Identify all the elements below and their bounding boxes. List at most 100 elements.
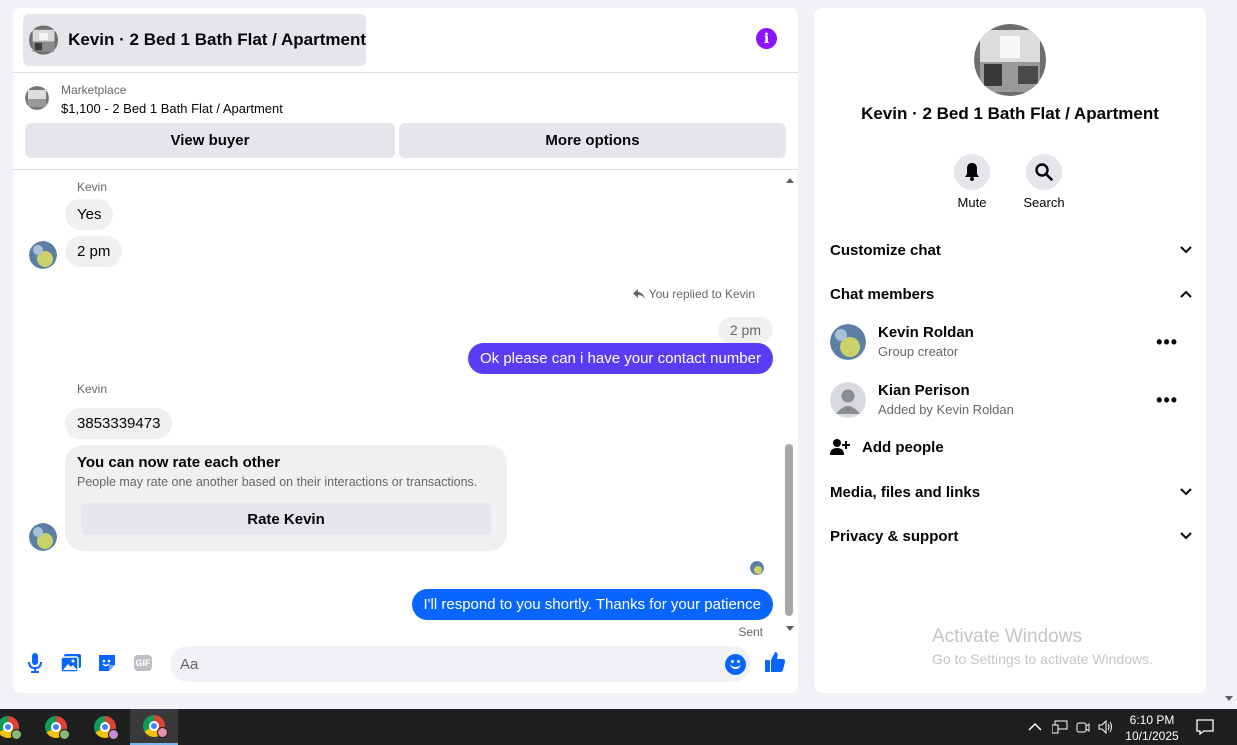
- add-people-label: Add people: [862, 438, 944, 456]
- rate-card-title: You can now rate each other: [77, 454, 281, 471]
- conversation-title: Kevin · 2 Bed 1 Bath Flat / Apartment: [861, 104, 1159, 123]
- bell-icon[interactable]: [954, 154, 990, 190]
- reply-icon: [632, 288, 645, 299]
- clock-time: 6:10 PM: [1129, 713, 1175, 727]
- taskbar-chrome-app[interactable]: [0, 709, 32, 745]
- chat-members-row[interactable]: Chat members: [830, 282, 1192, 306]
- member-avatar: [830, 324, 866, 360]
- view-buyer-button[interactable]: View buyer: [25, 123, 395, 158]
- incoming-message[interactable]: Yes: [65, 199, 114, 230]
- info-icon[interactable]: i: [756, 28, 777, 49]
- sender-avatar[interactable]: [29, 241, 57, 269]
- add-people-button[interactable]: Add people: [830, 438, 944, 456]
- meet-now-icon[interactable]: [1076, 720, 1090, 734]
- marketplace-bar: Marketplace $1,100 - 2 Bed 1 Bath Flat /…: [13, 73, 798, 170]
- composer: GIF: [13, 638, 798, 688]
- quoted-message[interactable]: 2 pm: [717, 317, 773, 343]
- privacy-support-label: Privacy & support: [830, 527, 959, 545]
- message-status: Sent: [738, 625, 763, 639]
- marketplace-label: Marketplace: [61, 83, 127, 97]
- system-clock[interactable]: 6:10 PM 10/1/2025: [1124, 712, 1180, 744]
- message-scrollbar[interactable]: [783, 178, 795, 633]
- replied-note-text: You replied to Kevin: [648, 287, 755, 301]
- customize-chat-label: Customize chat: [830, 241, 941, 259]
- sticker-icon[interactable]: [96, 652, 118, 674]
- chat-members-label: Chat members: [830, 285, 935, 303]
- add-person-icon: [830, 439, 850, 455]
- chat-header-button[interactable]: Kevin · 2 Bed 1 Bath Flat / Apartment: [23, 14, 366, 66]
- page-scroll-down-icon[interactable]: [1225, 696, 1233, 701]
- thumbs-up-icon[interactable]: [764, 651, 786, 673]
- listing-thumbnail: [29, 25, 59, 55]
- chevron-up-icon: [1180, 290, 1192, 298]
- search-button[interactable]: Search: [1014, 154, 1074, 210]
- taskbar-chrome-app[interactable]: [81, 709, 129, 745]
- member-role: Group creator: [878, 344, 959, 359]
- rate-card-description: People may rate one another based on the…: [77, 475, 478, 489]
- listing-title[interactable]: $1,100 - 2 Bed 1 Bath Flat / Apartment: [61, 101, 283, 116]
- message-list: Kevin Yes 2 pm You replied to Kevin 2 pm…: [13, 171, 798, 639]
- network-icon[interactable]: [1052, 720, 1068, 734]
- system-tray: [1028, 709, 1114, 745]
- seen-avatar: [750, 561, 764, 575]
- more-options-button[interactable]: More options: [399, 123, 786, 158]
- default-avatar-icon: [830, 382, 866, 418]
- profile-badge-icon: [157, 727, 168, 738]
- emoji-icon[interactable]: [725, 654, 746, 675]
- chevron-down-icon: [1180, 246, 1192, 254]
- photo-icon[interactable]: [60, 652, 82, 674]
- message-input[interactable]: [170, 646, 751, 682]
- chat-title: Kevin · 2 Bed 1 Bath Flat / Apartment: [68, 30, 366, 49]
- clock-date: 10/1/2025: [1125, 729, 1179, 743]
- conversation-info-panel: Kevin · 2 Bed 1 Bath Flat / Apartment Mu…: [814, 8, 1206, 693]
- sender-avatar[interactable]: [29, 523, 57, 551]
- chevron-down-icon: [1180, 488, 1192, 496]
- member-role: Added by Kevin Roldan: [878, 402, 1014, 417]
- search-icon[interactable]: [1026, 154, 1062, 190]
- mute-button[interactable]: Mute: [942, 154, 1002, 210]
- outgoing-message[interactable]: I'll respond to you shortly. Thanks for …: [411, 589, 773, 620]
- scroll-down-arrow-icon[interactable]: [786, 626, 794, 631]
- gif-icon[interactable]: GIF: [134, 655, 152, 671]
- privacy-support-row[interactable]: Privacy & support: [830, 524, 1192, 548]
- marketplace-thumbnail: [25, 86, 49, 110]
- more-options-icon[interactable]: •••: [1156, 390, 1178, 411]
- chat-header: Kevin · 2 Bed 1 Bath Flat / Apartment i: [13, 8, 798, 73]
- outgoing-message[interactable]: Ok please can i have your contact number: [468, 343, 773, 374]
- sender-name: Kevin: [77, 180, 108, 194]
- chat-panel: Kevin · 2 Bed 1 Bath Flat / Apartment i …: [13, 8, 798, 693]
- conversation-avatar: [974, 24, 1046, 96]
- chevron-down-icon: [1180, 532, 1192, 540]
- watermark-subtitle: Go to Settings to activate Windows.: [932, 651, 1153, 667]
- member-name: Kian Perison: [878, 382, 970, 399]
- profile-badge-icon: [108, 729, 119, 740]
- rate-card: You can now rate each other People may r…: [65, 445, 507, 551]
- scroll-up-arrow-icon[interactable]: [786, 178, 794, 183]
- mute-label: Mute: [957, 195, 987, 210]
- member-row[interactable]: Kevin Roldan Group creator •••: [830, 324, 1192, 364]
- incoming-message[interactable]: 2 pm: [65, 236, 123, 267]
- rate-kevin-button[interactable]: Rate Kevin: [81, 503, 491, 535]
- media-files-links-row[interactable]: Media, files and links: [830, 480, 1192, 504]
- chevron-up-icon[interactable]: [1028, 722, 1042, 732]
- member-row[interactable]: Kian Perison Added by Kevin Roldan •••: [830, 382, 1192, 422]
- replied-note: You replied to Kevin: [632, 287, 755, 301]
- notification-icon[interactable]: [1196, 719, 1214, 735]
- taskbar-chrome-app-active[interactable]: [130, 709, 178, 745]
- sender-name: Kevin: [77, 382, 108, 396]
- scrollbar-thumb[interactable]: [785, 444, 793, 616]
- taskbar: 6:10 PM 10/1/2025: [0, 709, 1237, 745]
- member-name: Kevin Roldan: [878, 324, 974, 341]
- search-label: Search: [1023, 195, 1065, 210]
- taskbar-chrome-app[interactable]: [32, 709, 80, 745]
- notification-center[interactable]: [1196, 709, 1214, 745]
- profile-badge-icon: [11, 729, 22, 740]
- volume-icon[interactable]: [1098, 720, 1114, 734]
- microphone-icon[interactable]: [24, 652, 46, 674]
- customize-chat-row[interactable]: Customize chat: [830, 238, 1192, 262]
- media-files-links-label: Media, files and links: [830, 483, 981, 501]
- activate-windows-watermark: Activate Windows Go to Settings to activ…: [932, 626, 1153, 667]
- profile-badge-icon: [59, 729, 70, 740]
- incoming-message[interactable]: 3853339473: [65, 408, 173, 439]
- more-options-icon[interactable]: •••: [1156, 332, 1178, 353]
